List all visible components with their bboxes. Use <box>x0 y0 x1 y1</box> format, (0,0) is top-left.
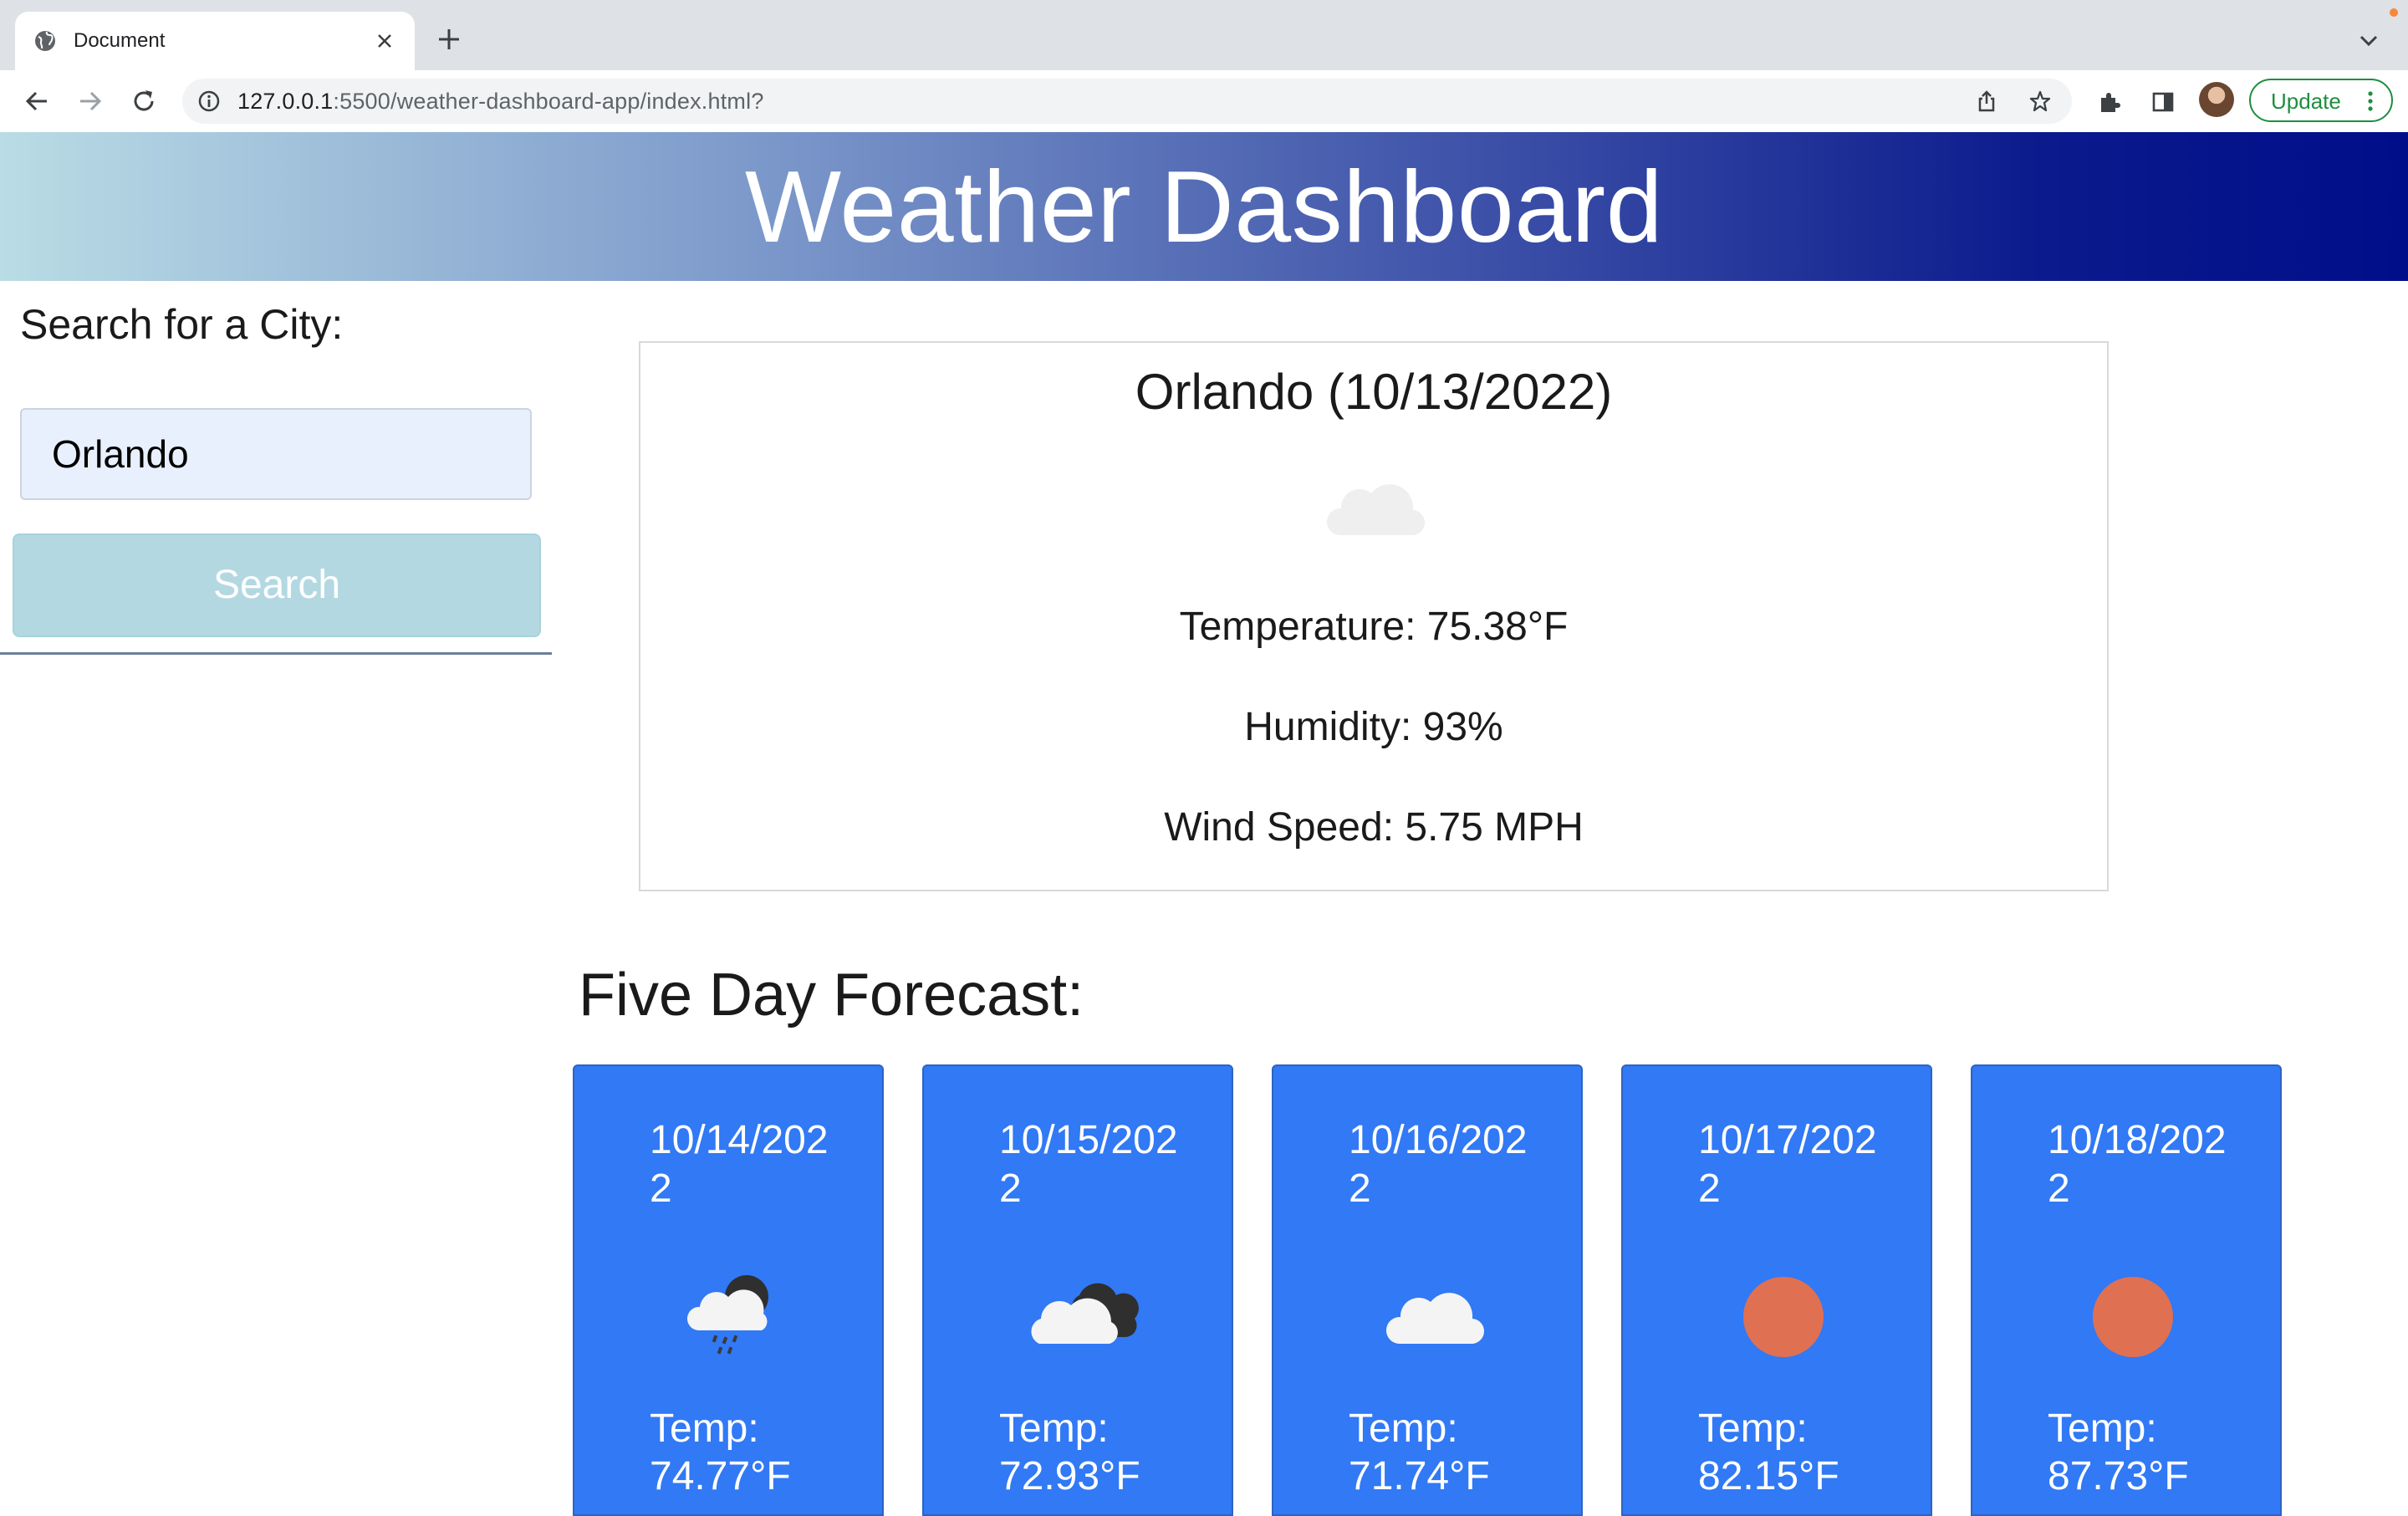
profile-avatar[interactable] <box>2199 82 2234 117</box>
close-icon[interactable] <box>375 31 395 51</box>
notification-dot <box>2390 8 2398 17</box>
forecast-temp-label: Temp: <box>1349 1406 1458 1451</box>
info-icon[interactable] <box>197 89 221 113</box>
globe-icon <box>35 31 55 51</box>
forecast-card: 10/18/2022 Temp: 87.73°F <box>1971 1064 2282 1516</box>
broken-clouds-icon <box>1031 1283 1139 1344</box>
forecast-card: 10/15/2022 Temp: 72.93°F <box>922 1064 1233 1516</box>
chevron-down-icon[interactable] <box>2358 32 2380 48</box>
forecast-temp-value: 72.93°F <box>999 1454 1140 1498</box>
share-icon[interactable] <box>1975 89 1998 113</box>
current-humidity: Humidity: 93% <box>1244 705 1503 749</box>
forecast-temp-value: 82.15°F <box>1698 1454 1839 1498</box>
browser-tab[interactable]: Document <box>15 12 415 70</box>
reload-icon[interactable] <box>130 88 157 115</box>
address-bar[interactable]: 127.0.0.1:5500/weather-dashboard-app/ind… <box>182 79 2072 124</box>
forecast-date: 10/16/2022 <box>1349 1118 1528 1211</box>
search-button-label: Search <box>212 563 341 607</box>
header-banner: Weather Dashboard <box>0 132 2408 281</box>
search-button[interactable]: Search <box>13 533 541 637</box>
rain-night-icon <box>686 1275 768 1355</box>
forecast-date: 10/17/2022 <box>1698 1118 1877 1211</box>
forecast-temp-value: 71.74°F <box>1349 1454 1490 1498</box>
forecast-title: Five Day Forecast: <box>579 962 1084 1029</box>
sidebar-divider <box>0 652 552 655</box>
sun-icon <box>1743 1277 1824 1357</box>
forecast-date: 10/14/2022 <box>650 1118 829 1211</box>
forecast-temp-label: Temp: <box>2048 1406 2157 1451</box>
current-temperature: Temperature: 75.38°F <box>1179 605 1569 649</box>
tab-strip: Document <box>0 0 2408 70</box>
page-content: Weather Dashboard Search for a City: Sea… <box>0 132 2408 1516</box>
current-weather-card: Orlando (10/13/2022) Temperature: 75.38°… <box>639 341 2109 891</box>
search-label: Search for a City: <box>20 301 344 348</box>
tab-title: Document <box>74 29 166 52</box>
forecast-temp-label: Temp: <box>1698 1406 1808 1451</box>
forecast-temp-value: 87.73°F <box>2048 1454 2189 1498</box>
cloud-icon <box>1326 484 1426 536</box>
forecast-card: 10/14/2022 Temp: 74.77°F <box>573 1064 884 1516</box>
forecast-date: 10/18/2022 <box>2048 1118 2227 1211</box>
forward-arrow-icon[interactable] <box>77 88 104 115</box>
city-search-input[interactable] <box>20 408 532 500</box>
update-button[interactable]: Update <box>2249 79 2393 122</box>
side-panel-icon[interactable] <box>2150 89 2176 115</box>
page-title: Weather Dashboard <box>744 150 1664 263</box>
new-tab-icon[interactable] <box>436 27 462 52</box>
forecast-temp-label: Temp: <box>650 1406 759 1451</box>
forecast-temp-value: 74.77°F <box>650 1454 791 1498</box>
browser-toolbar: 127.0.0.1:5500/weather-dashboard-app/ind… <box>0 70 2408 133</box>
bookmark-star-icon[interactable] <box>2028 89 2052 113</box>
forecast-date: 10/15/2022 <box>999 1118 1178 1211</box>
url-text: 127.0.0.1:5500/weather-dashboard-app/ind… <box>237 89 764 114</box>
extensions-puzzle-icon[interactable] <box>2097 89 2122 115</box>
forecast-card: 10/16/2022 Temp: 71.74°F <box>1272 1064 1583 1516</box>
update-label: Update <box>2271 89 2341 114</box>
back-arrow-icon[interactable] <box>23 88 50 115</box>
forecast-temp-label: Temp: <box>999 1406 1109 1451</box>
more-vert-icon <box>2368 91 2373 111</box>
current-city-date: Orlando (10/13/2022) <box>1135 364 1613 420</box>
cloud-icon <box>1385 1293 1485 1345</box>
forecast-card: 10/17/2022 Temp: 82.15°F <box>1621 1064 1932 1516</box>
current-wind-speed: Wind Speed: 5.75 MPH <box>1164 805 1584 850</box>
sun-icon <box>2093 1277 2173 1357</box>
